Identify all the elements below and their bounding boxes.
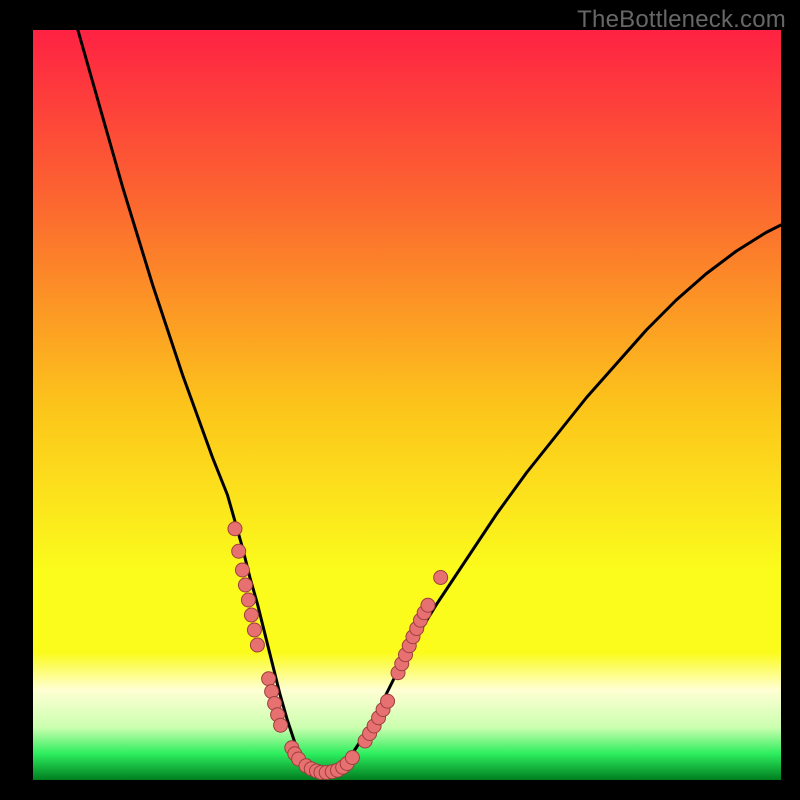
- data-marker: [238, 578, 252, 592]
- data-marker: [241, 593, 255, 607]
- data-marker: [250, 638, 264, 652]
- data-marker: [247, 623, 261, 637]
- data-marker: [381, 694, 395, 708]
- data-marker: [421, 598, 435, 612]
- data-marker: [232, 544, 246, 558]
- chart-frame: TheBottleneck.com: [0, 0, 800, 800]
- watermark-label: TheBottleneck.com: [577, 6, 786, 34]
- data-marker: [434, 571, 448, 585]
- data-marker: [345, 751, 359, 765]
- data-marker: [228, 522, 242, 536]
- bottleneck-chart: [0, 0, 800, 800]
- data-marker: [244, 608, 258, 622]
- data-marker: [262, 672, 276, 686]
- data-marker: [274, 718, 288, 732]
- data-marker: [235, 563, 249, 577]
